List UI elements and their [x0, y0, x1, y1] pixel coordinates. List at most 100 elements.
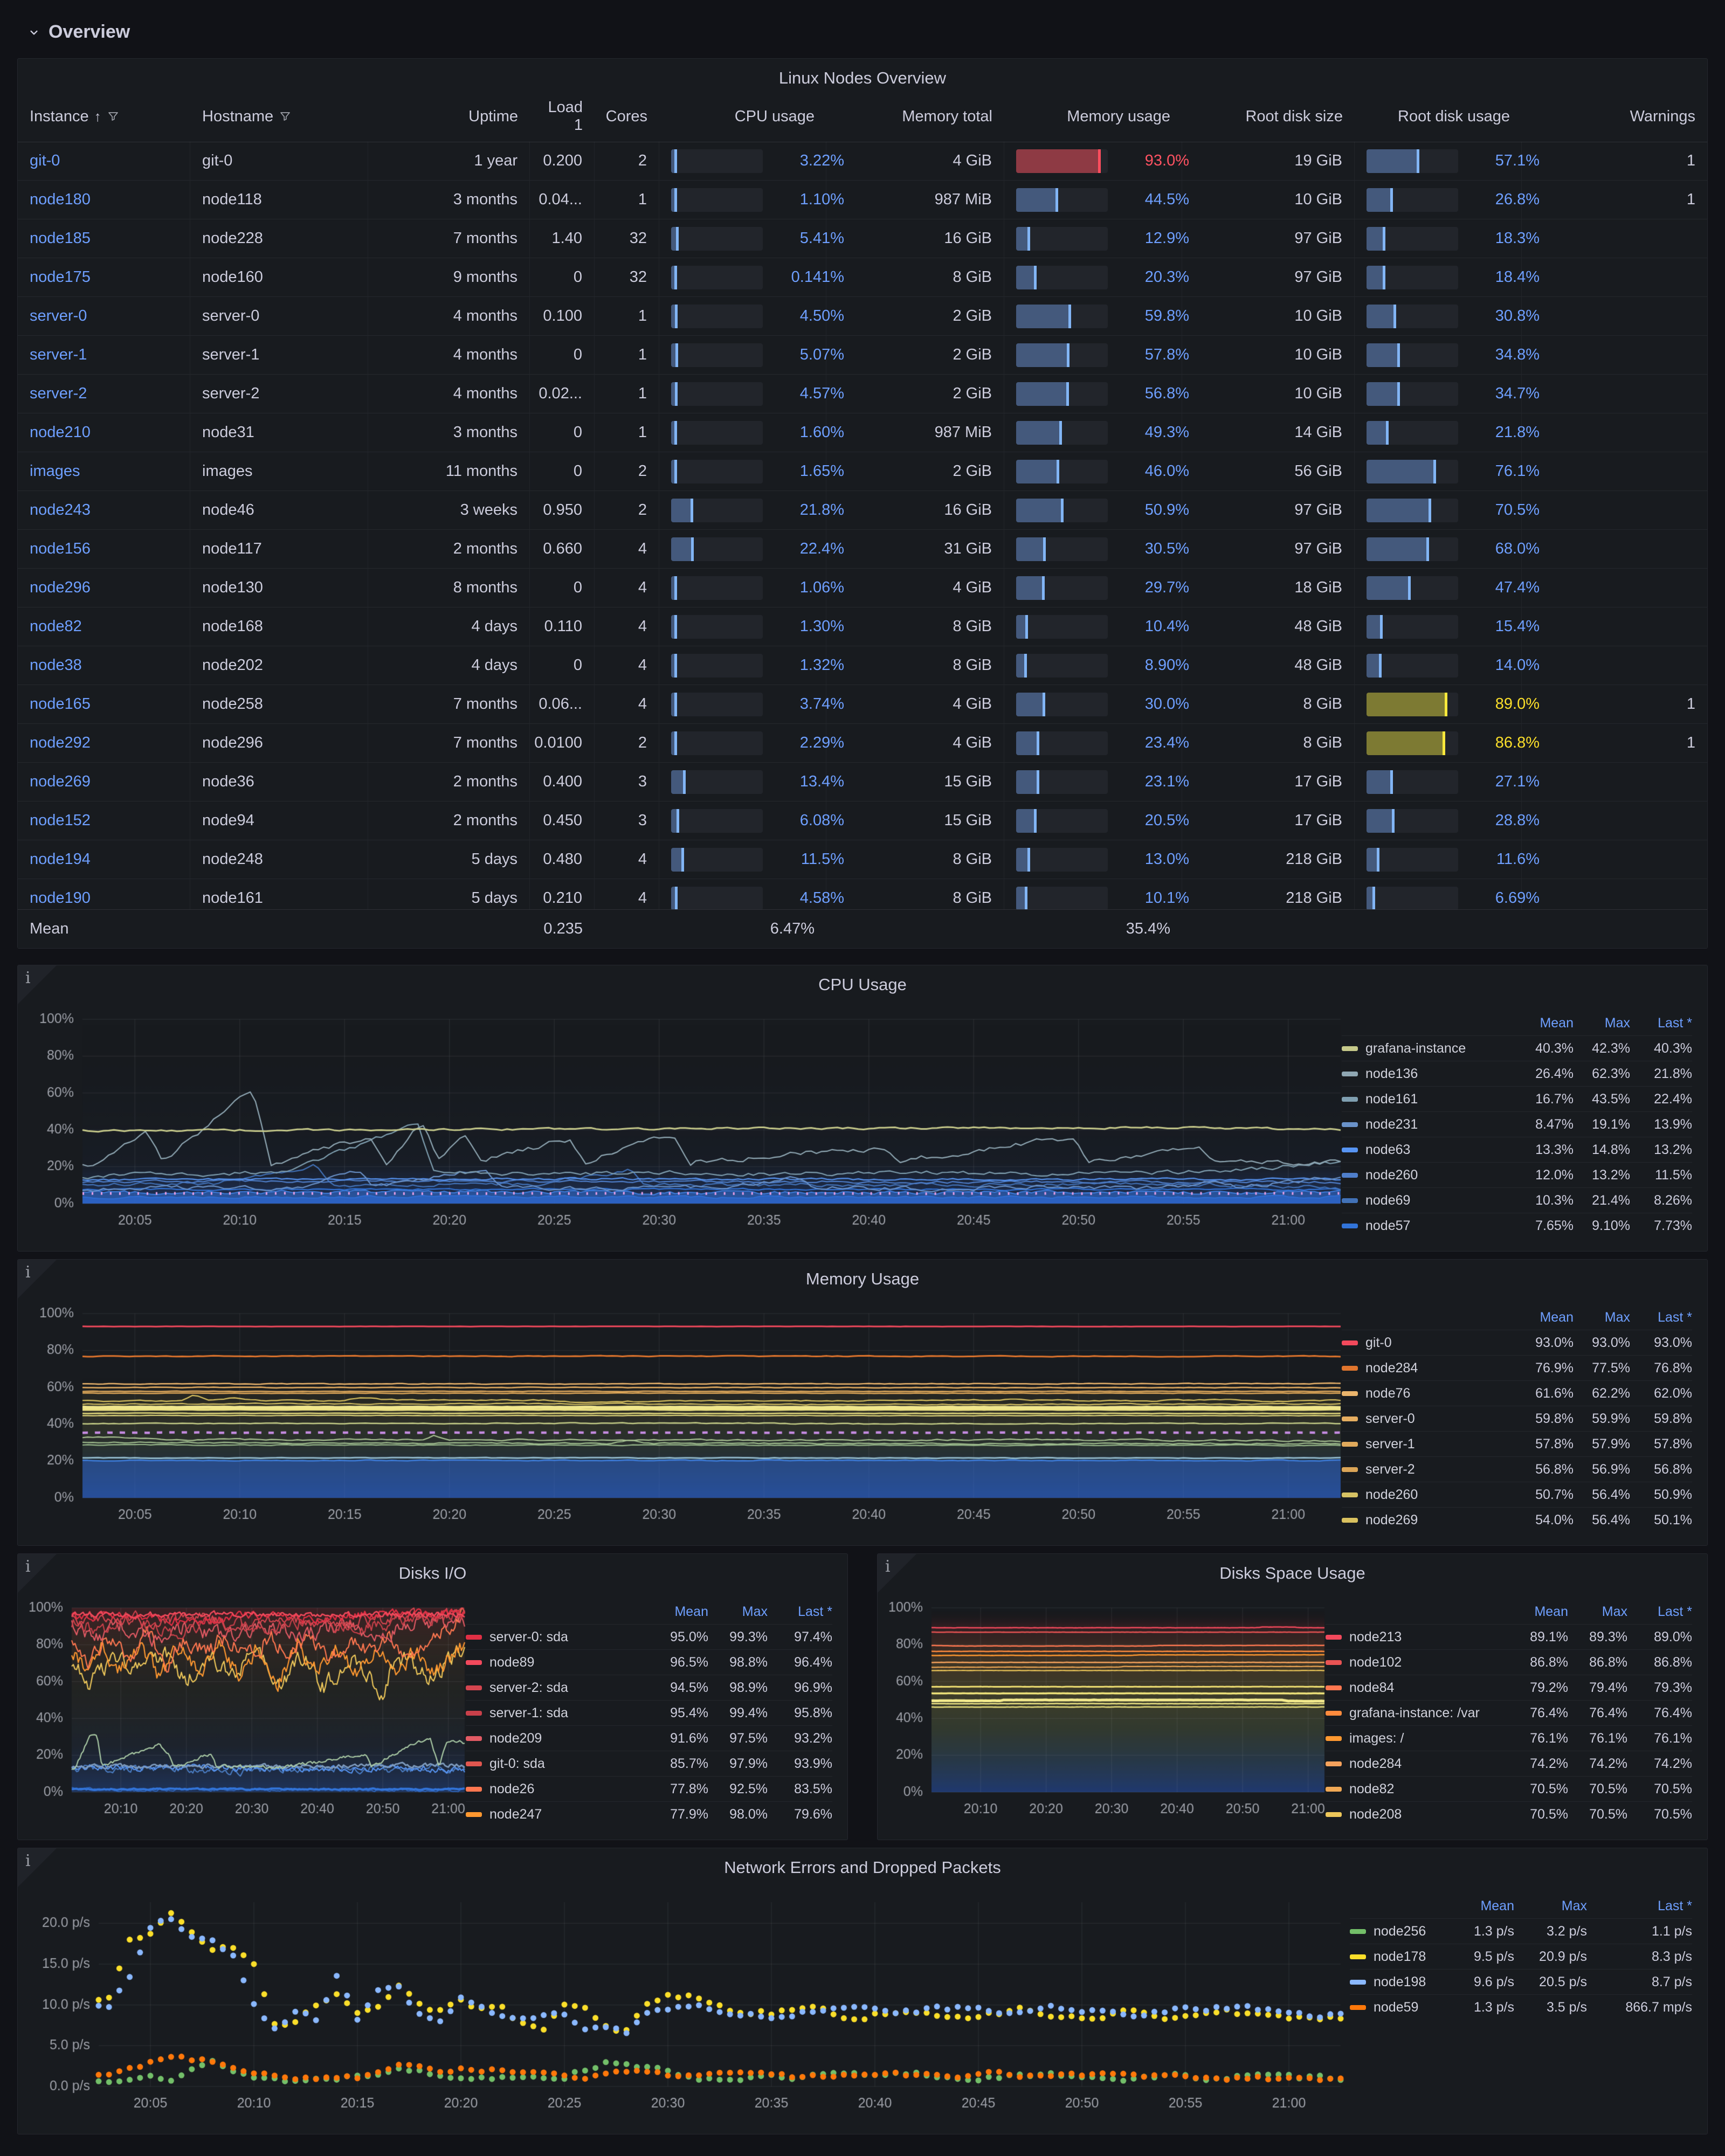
legend-item[interactable]: node26012.0%13.2%11.5%	[1342, 1163, 1692, 1188]
legend-item[interactable]: server-157.8%57.9%57.8%	[1342, 1432, 1692, 1457]
legend-item[interactable]: node28474.2%74.2%74.2%	[1326, 1751, 1692, 1777]
legend-series-name[interactable]: server-2: sda	[466, 1680, 649, 1696]
legend-header-mean[interactable]: Mean	[1520, 1015, 1574, 1031]
column-header-instance[interactable]: Instance↑	[18, 91, 190, 142]
legend-series-name[interactable]: node213	[1326, 1629, 1509, 1645]
legend-header-mean[interactable]: Mean	[1509, 1604, 1568, 1620]
column-header-root-disk-usage[interactable]: Root disk usage	[1355, 91, 1522, 142]
instance-link[interactable]: server-2	[30, 385, 87, 403]
column-header-hostname[interactable]: Hostname	[190, 91, 368, 142]
legend-series-name[interactable]: node269	[1342, 1512, 1520, 1528]
legend-series-name[interactable]: node89	[466, 1655, 649, 1670]
legend-item[interactable]: node26954.0%56.4%50.1%	[1342, 1508, 1692, 1532]
legend-series-name[interactable]: node256	[1350, 1924, 1441, 1939]
column-header-memory-usage[interactable]: Memory usage	[1004, 91, 1182, 142]
legend-header-mean[interactable]: Mean	[649, 1604, 708, 1620]
panel-title-memory[interactable]: Memory Usage	[18, 1269, 1707, 1289]
instance-link[interactable]: node296	[30, 579, 91, 597]
panel-title-disks-space[interactable]: Disks Space Usage	[878, 1564, 1707, 1583]
legend-series-name[interactable]: node178	[1350, 1949, 1441, 1965]
legend-header-last[interactable]: Last *	[768, 1604, 832, 1620]
instance-link[interactable]: node190	[30, 889, 91, 907]
legend-item[interactable]: node8996.5%98.8%96.4%	[466, 1650, 832, 1675]
instance-link[interactable]: node292	[30, 734, 91, 752]
column-header-load-1[interactable]: Load 1	[530, 91, 595, 142]
legend-series-name[interactable]: grafana-instance: /var	[1326, 1705, 1509, 1721]
legend-header-max[interactable]: Max	[1574, 1310, 1630, 1325]
legend-series-name[interactable]: server-0: sda	[466, 1629, 649, 1645]
legend-header-max[interactable]: Max	[708, 1604, 768, 1620]
legend-item[interactable]: server-1: sda95.4%99.4%95.8%	[466, 1701, 832, 1726]
legend-series-name[interactable]: node57	[1342, 1218, 1520, 1234]
legend-item[interactable]: node1789.5 p/s20.9 p/s8.3 p/s	[1350, 1944, 1692, 1970]
instance-link[interactable]: server-0	[30, 307, 87, 325]
instance-link[interactable]: node175	[30, 268, 91, 286]
legend-series-name[interactable]: git-0	[1342, 1335, 1520, 1351]
legend-series-name[interactable]: node247	[466, 1807, 649, 1822]
legend-item[interactable]: node28476.9%77.5%76.8%	[1342, 1356, 1692, 1381]
column-header-memory-total[interactable]: Memory total	[826, 91, 1004, 142]
instance-link[interactable]: node194	[30, 851, 91, 868]
legend-series-name[interactable]: node161	[1342, 1091, 1520, 1107]
legend-series-name[interactable]: node260	[1342, 1487, 1520, 1503]
legend-series-name[interactable]: node26	[466, 1781, 649, 1797]
column-header-root-disk-size[interactable]: Root disk size	[1182, 91, 1355, 142]
legend-series-name[interactable]: node198	[1350, 1974, 1441, 1990]
panel-title-disks-io[interactable]: Disks I/O	[18, 1564, 847, 1583]
legend-series-name[interactable]: node136	[1342, 1066, 1520, 1082]
instance-link[interactable]: images	[30, 462, 80, 480]
legend-item[interactable]: node24777.9%98.0%79.6%	[466, 1802, 832, 1827]
instance-link[interactable]: node269	[30, 773, 91, 791]
legend-series-name[interactable]: node69	[1342, 1193, 1520, 1208]
legend-series-name[interactable]: node63	[1342, 1142, 1520, 1158]
legend-series-name[interactable]: node76	[1342, 1386, 1520, 1401]
legend-series-name[interactable]: node102	[1326, 1655, 1509, 1670]
legend-series-name[interactable]: node284	[1326, 1756, 1509, 1772]
legend-series-name[interactable]: images: /	[1326, 1731, 1509, 1746]
filter-icon[interactable]	[107, 110, 120, 123]
instance-link[interactable]: node152	[30, 812, 91, 830]
legend-header-last[interactable]: Last *	[1630, 1310, 1692, 1325]
legend-header-last[interactable]: Last *	[1630, 1015, 1692, 1031]
legend-series-name[interactable]: server-0	[1342, 1411, 1520, 1427]
legend-item[interactable]: node7661.6%62.2%62.0%	[1342, 1381, 1692, 1406]
legend-item[interactable]: node2561.3 p/s3.2 p/s1.1 p/s	[1350, 1919, 1692, 1944]
panel-title-cpu[interactable]: CPU Usage	[18, 975, 1707, 994]
legend-series-name[interactable]: node59	[1350, 2000, 1441, 2015]
legend-item[interactable]: git-0: sda85.7%97.9%93.9%	[466, 1751, 832, 1777]
legend-item[interactable]: node2677.8%92.5%83.5%	[466, 1777, 832, 1802]
legend-item[interactable]: server-0: sda95.0%99.3%97.4%	[466, 1625, 832, 1650]
instance-link[interactable]: node165	[30, 695, 91, 713]
legend-item[interactable]: node20870.5%70.5%70.5%	[1326, 1802, 1692, 1827]
legend-item[interactable]: server-2: sda94.5%98.9%96.9%	[466, 1675, 832, 1701]
legend-series-name[interactable]: server-1: sda	[466, 1705, 649, 1721]
instance-link[interactable]: server-1	[30, 346, 87, 364]
column-header-cores[interactable]: Cores	[595, 91, 659, 142]
filter-icon[interactable]	[279, 110, 292, 123]
legend-item[interactable]: images: /76.1%76.1%76.1%	[1326, 1726, 1692, 1751]
legend-series-name[interactable]: node84	[1326, 1680, 1509, 1696]
legend-item[interactable]: node6910.3%21.4%8.26%	[1342, 1188, 1692, 1213]
legend-header-max[interactable]: Max	[1568, 1604, 1627, 1620]
legend-item[interactable]: node16116.7%43.5%22.4%	[1342, 1087, 1692, 1112]
instance-link[interactable]: node38	[30, 657, 82, 674]
legend-header-mean[interactable]: Mean	[1441, 1898, 1514, 1914]
legend-header-max[interactable]: Max	[1514, 1898, 1587, 1914]
legend-item[interactable]: node591.3 p/s3.5 p/s866.7 mp/s	[1350, 1995, 1692, 2020]
legend-series-name[interactable]: node208	[1326, 1807, 1509, 1822]
legend-item[interactable]: node13626.4%62.3%21.8%	[1342, 1061, 1692, 1087]
instance-link[interactable]: git-0	[30, 152, 60, 170]
legend-item[interactable]: server-256.8%56.9%56.8%	[1342, 1457, 1692, 1482]
legend-item[interactable]: node2318.47%19.1%13.9%	[1342, 1112, 1692, 1137]
legend-header-last[interactable]: Last *	[1587, 1898, 1692, 1914]
legend-item[interactable]: node21389.1%89.3%89.0%	[1326, 1625, 1692, 1650]
legend-header-last[interactable]: Last *	[1627, 1604, 1692, 1620]
column-header-uptime[interactable]: Uptime	[368, 91, 530, 142]
column-header-cpu-usage[interactable]: CPU usage	[659, 91, 826, 142]
panel-title-table[interactable]: Linux Nodes Overview	[18, 68, 1707, 88]
legend-series-name[interactable]: server-2	[1342, 1462, 1520, 1477]
legend-item[interactable]: node8479.2%79.4%79.3%	[1326, 1675, 1692, 1701]
legend-series-name[interactable]: server-1	[1342, 1436, 1520, 1452]
legend-item[interactable]: node10286.8%86.8%86.8%	[1326, 1650, 1692, 1675]
legend-item[interactable]: node20991.6%97.5%93.2%	[466, 1726, 832, 1751]
